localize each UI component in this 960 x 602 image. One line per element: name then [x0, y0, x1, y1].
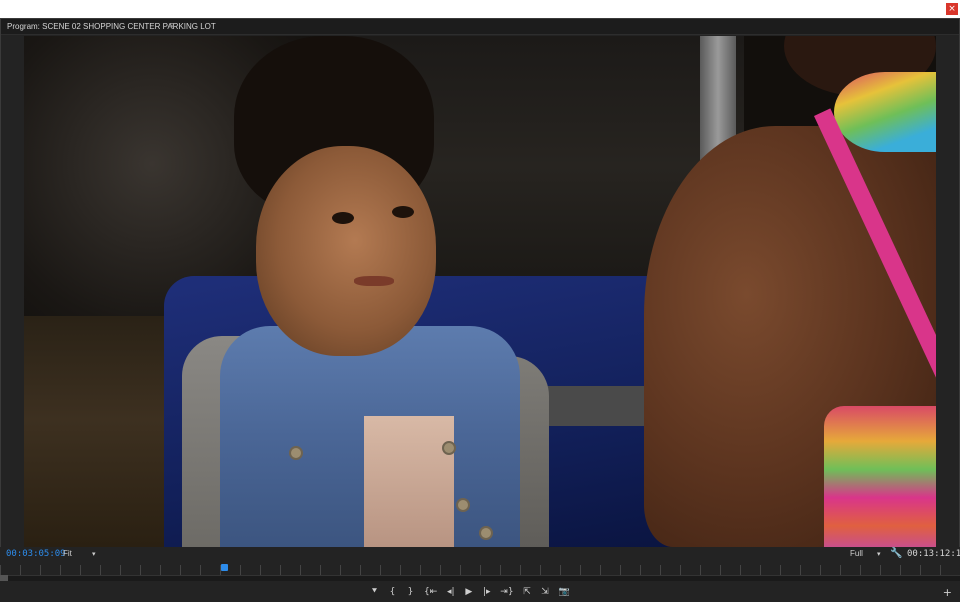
- play-button[interactable]: ▶: [464, 586, 473, 598]
- mark-out-button[interactable]: }: [406, 586, 415, 598]
- mark-in-button[interactable]: {: [388, 586, 397, 598]
- go-to-out-button[interactable]: ⇥}: [500, 586, 513, 598]
- transport-controls: ⯆ { } {⇤ ◂| ▶ |▸ ⇥} ⇱ ⇲ 📷: [370, 585, 570, 599]
- chevron-down-icon[interactable]: ▾: [92, 550, 96, 558]
- jacket-button: [442, 441, 456, 455]
- girl-eye: [332, 212, 354, 224]
- girl-shirt: [364, 416, 454, 547]
- current-timecode[interactable]: 00:03:05:09: [6, 549, 66, 559]
- zoom-select[interactable]: Fit: [63, 549, 72, 558]
- panel-title[interactable]: Program: SCENE 02 SHOPPING CENTER PARKIN…: [7, 22, 216, 31]
- button-editor-plus-icon[interactable]: +: [943, 586, 952, 599]
- extract-button[interactable]: ⇲: [541, 586, 550, 598]
- time-ruler[interactable]: [0, 565, 960, 575]
- playback-resolution-select[interactable]: Full: [850, 549, 863, 558]
- zoom-scrollbar-handle[interactable]: [0, 575, 8, 581]
- jacket-button: [456, 498, 470, 512]
- zoom-scrollbar[interactable]: [0, 575, 960, 581]
- girl-eye: [392, 206, 414, 218]
- jacket-button: [479, 526, 493, 540]
- swimsuit-top: [824, 406, 936, 547]
- add-marker-button[interactable]: ⯆: [370, 586, 379, 598]
- jacket-button: [289, 446, 303, 460]
- lift-button[interactable]: ⇱: [523, 586, 532, 598]
- close-button[interactable]: ×: [946, 3, 958, 15]
- go-to-in-button[interactable]: {⇤: [424, 586, 437, 598]
- girl-mouth: [354, 276, 394, 286]
- step-forward-button[interactable]: |▸: [482, 586, 491, 598]
- chevron-down-icon[interactable]: ▾: [877, 550, 881, 558]
- step-back-button[interactable]: ◂|: [446, 586, 455, 598]
- settings-wrench-icon[interactable]: 🔧: [890, 548, 902, 559]
- monitor-controls: 00:03:05:09 Fit ▾ Full ▾ 🔧 00:13:12:17 ⯆…: [0, 547, 960, 602]
- panel-header: Program: SCENE 02 SHOPPING CENTER PARKIN…: [1, 19, 959, 35]
- playhead[interactable]: [221, 564, 228, 571]
- panel-menu-icon[interactable]: ≡: [169, 20, 174, 30]
- program-viewer[interactable]: [24, 36, 936, 547]
- girl-face: [256, 146, 436, 356]
- swimsuit-shoulder: [834, 72, 936, 152]
- export-frame-camera-icon[interactable]: 📷: [559, 586, 570, 598]
- window-titlebar: ×: [0, 0, 960, 18]
- duration-timecode: 00:13:12:17: [907, 549, 960, 559]
